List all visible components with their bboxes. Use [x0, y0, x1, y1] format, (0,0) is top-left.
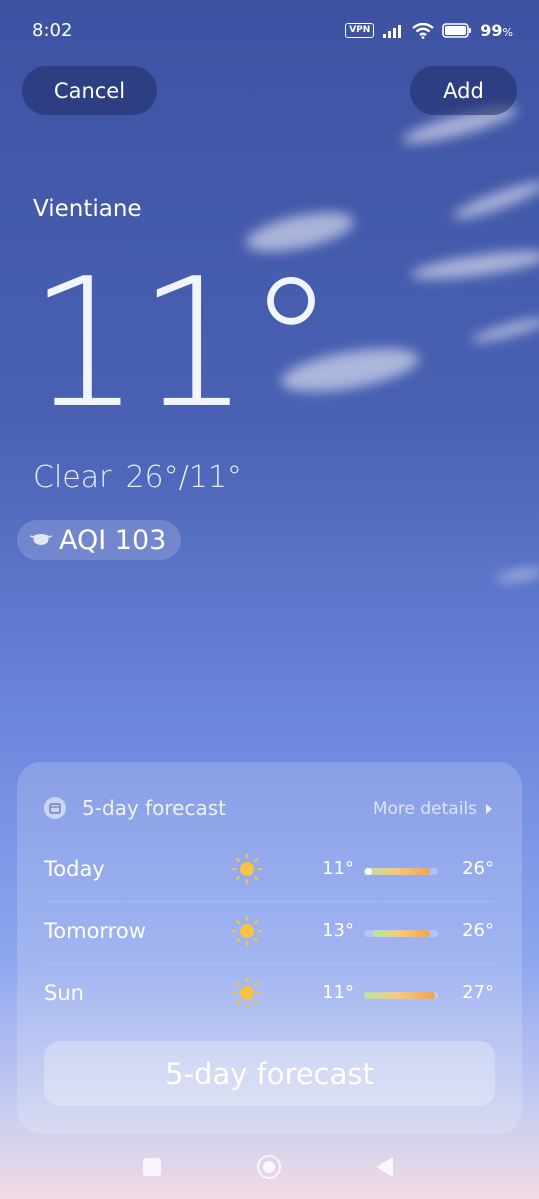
cancel-button[interactable]: Cancel — [22, 66, 157, 115]
forecast-row-tomorrow[interactable]: Tomorrow 13° 26° — [44, 902, 494, 964]
forecast-row-sun[interactable]: Sun 11° 27° — [44, 964, 494, 1026]
temperature-range-bar — [364, 868, 438, 875]
chevron-right-icon — [486, 804, 492, 814]
temperature-range-fill — [364, 868, 430, 875]
home-button[interactable] — [257, 1155, 281, 1179]
forecast-high: 26° — [462, 920, 494, 941]
forecast-day: Sun — [44, 981, 84, 1005]
sun-icon — [232, 854, 262, 884]
forecast-day: Today — [44, 857, 105, 881]
temperature-range-fill — [364, 992, 435, 999]
city-name: Vientiane — [33, 196, 142, 222]
five-day-forecast-button[interactable]: 5-day forecast — [44, 1041, 495, 1106]
battery-icon — [442, 23, 472, 38]
forecast-low: 13° — [322, 920, 354, 941]
sun-icon — [232, 916, 262, 946]
forecast-low: 11° — [322, 982, 354, 1003]
high-low-temperature: 26°/11° — [125, 460, 242, 495]
battery-level: 99% — [480, 21, 513, 40]
forecast-high: 27° — [462, 982, 494, 1003]
temperature-range-bar — [364, 992, 438, 999]
current-temperature: 11° — [28, 240, 335, 447]
back-button[interactable] — [376, 1157, 393, 1177]
temperature-range-bar — [364, 930, 438, 937]
condition-text: Clear — [33, 460, 112, 495]
status-icons: VPN 99% — [345, 21, 513, 40]
more-details-link[interactable]: More details — [373, 799, 492, 819]
wifi-icon — [412, 22, 435, 39]
status-time: 8:02 — [32, 20, 73, 41]
aqi-badge[interactable]: AQI 103 — [17, 520, 181, 560]
forecast-day: Tomorrow — [44, 919, 146, 943]
calendar-icon — [44, 797, 66, 819]
add-button[interactable]: Add — [410, 66, 517, 115]
forecast-row-today[interactable]: Today 11° 26° — [44, 840, 494, 902]
current-temperature-dot — [365, 868, 372, 875]
forecast-low: 11° — [322, 858, 354, 879]
navigation-bar — [0, 1145, 539, 1189]
signal-icon — [383, 24, 402, 38]
forecast-high: 26° — [462, 858, 494, 879]
forecast-title: 5-day forecast — [82, 796, 226, 820]
recents-button[interactable] — [143, 1158, 161, 1176]
temperature-range-fill — [373, 930, 430, 937]
aqi-value: AQI 103 — [59, 524, 167, 556]
forecast-card: 5-day forecast More details Today 11° 26… — [17, 762, 522, 1134]
more-details-label: More details — [372, 799, 477, 819]
weather-summary: Clear 26°/11° — [33, 460, 242, 495]
status-bar: 8:02 VPN 99% — [0, 0, 539, 62]
sun-icon — [232, 978, 262, 1008]
mask-icon — [30, 534, 52, 545]
vpn-icon: VPN — [345, 23, 375, 38]
forecast-header: 5-day forecast — [44, 796, 226, 820]
